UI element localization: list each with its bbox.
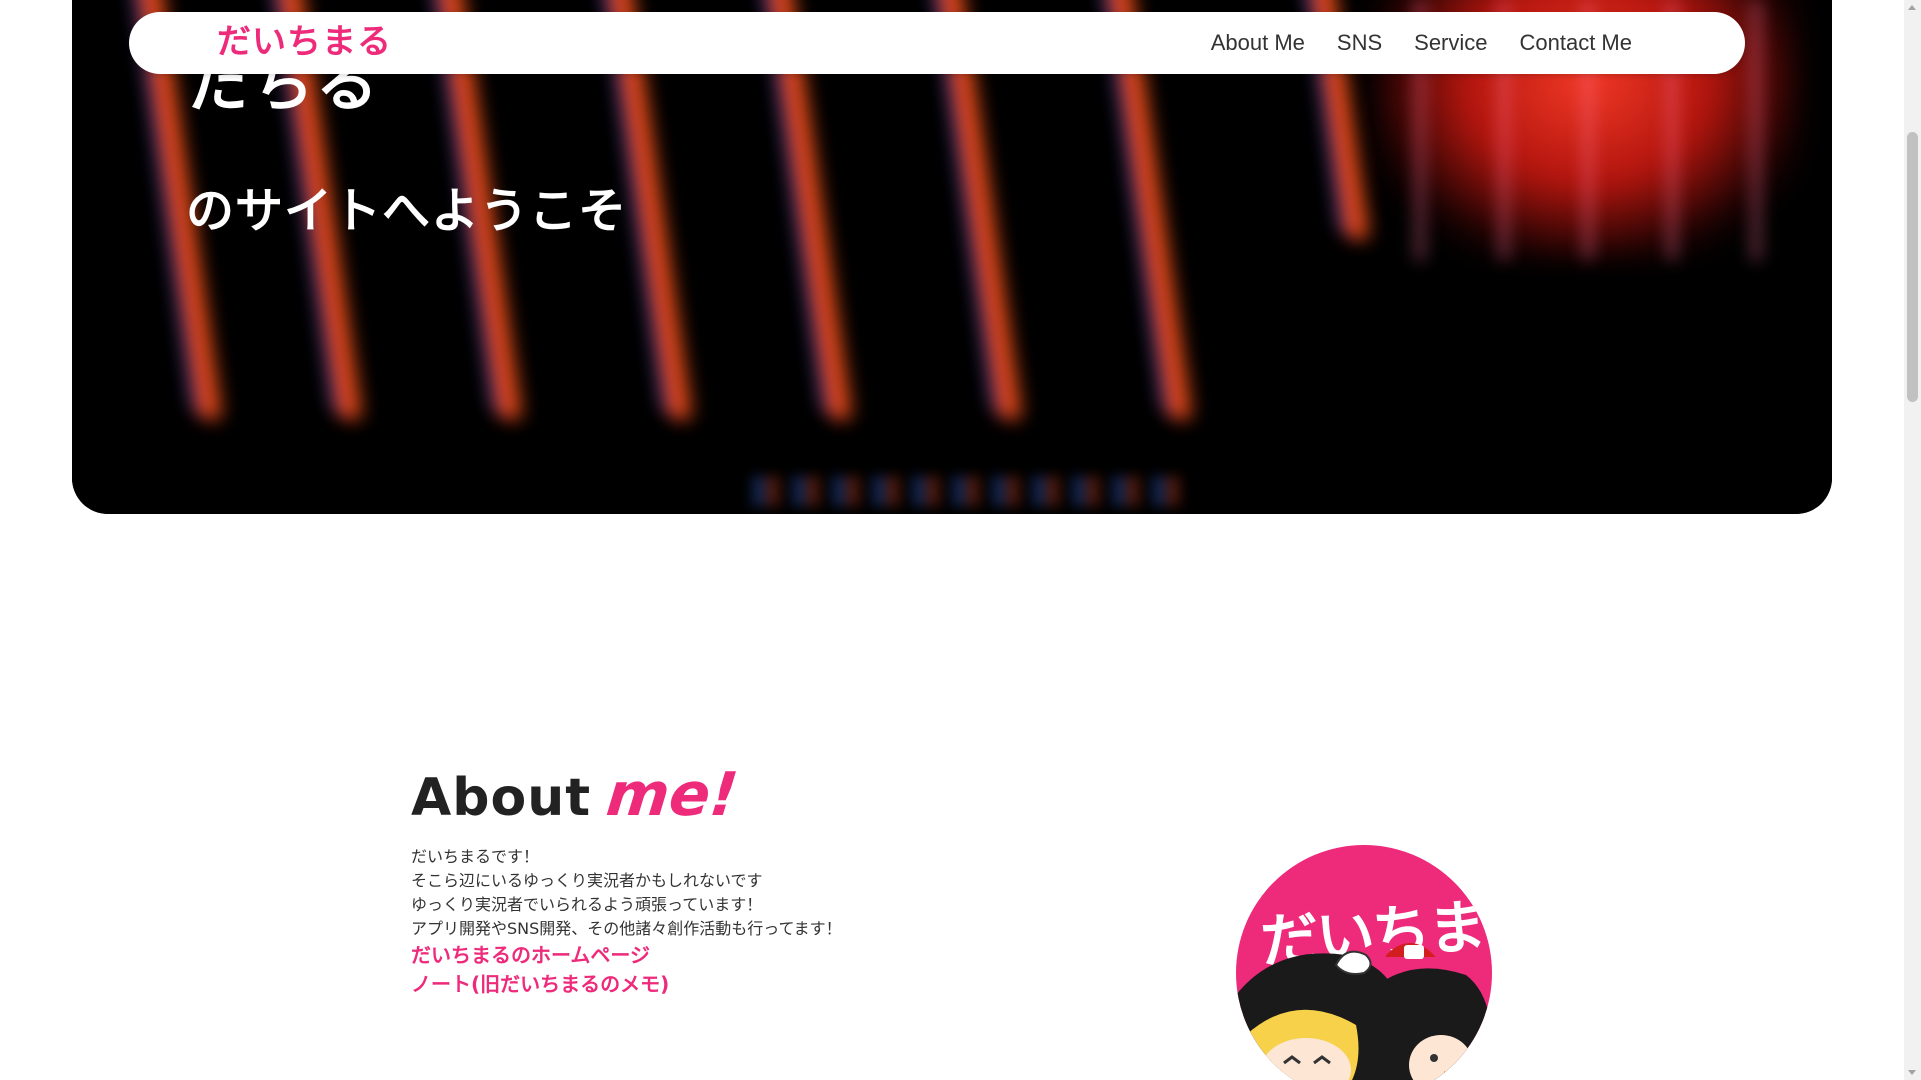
homepage-link[interactable]: だいちまるのホームページ xyxy=(411,941,650,969)
scrollbar-thumb[interactable] xyxy=(1907,132,1918,402)
about-line: だいちまるです！ xyxy=(411,847,540,866)
about-line: ゆっくり実況者でいられるよう頑張っています！ xyxy=(411,895,763,914)
page: だちる のサイトへようこそ だいちまる About Me SNS Service… xyxy=(0,0,1921,1080)
nav-link-sns[interactable]: SNS xyxy=(1337,30,1382,56)
nav-links: About Me SNS Service Contact Me xyxy=(1211,12,1632,74)
note-link[interactable]: ノート(旧だいちまるのメモ) xyxy=(411,970,669,998)
scroll-down-arrow-icon[interactable] xyxy=(1908,1070,1916,1075)
scroll-up-arrow-icon[interactable] xyxy=(1908,5,1916,10)
nav-link-service[interactable]: Service xyxy=(1414,30,1487,56)
nav-link-contact-me[interactable]: Contact Me xyxy=(1520,30,1633,56)
about-description: だいちまるです！ そこら辺にいるゆっくり実況者かもしれないです ゆっくり実況者で… xyxy=(411,845,842,941)
navbar: だいちまる About Me SNS Service Contact Me xyxy=(129,12,1745,74)
site-logo[interactable]: だいちまる xyxy=(217,20,392,64)
hero-section: だちる のサイトへようこそ xyxy=(72,0,1832,514)
hero-subtitle: のサイトへようこそ xyxy=(186,183,628,239)
nav-link-about-me[interactable]: About Me xyxy=(1211,30,1305,56)
about-heading-about: About xyxy=(411,768,592,828)
about-heading-me: me! xyxy=(603,760,742,830)
about-line: アプリ開発やSNS開発、その他諸々創作活動も行ってます！ xyxy=(411,919,842,938)
avatar: だいちまる xyxy=(1236,845,1492,1080)
about-line: そこら辺にいるゆっくり実況者かもしれないです xyxy=(411,871,763,890)
avatar-characters-illustration xyxy=(1236,942,1492,1080)
page-scrollbar[interactable] xyxy=(1904,0,1921,1080)
hero-bottom-lights xyxy=(752,476,1192,506)
about-heading: About me! xyxy=(411,760,742,830)
